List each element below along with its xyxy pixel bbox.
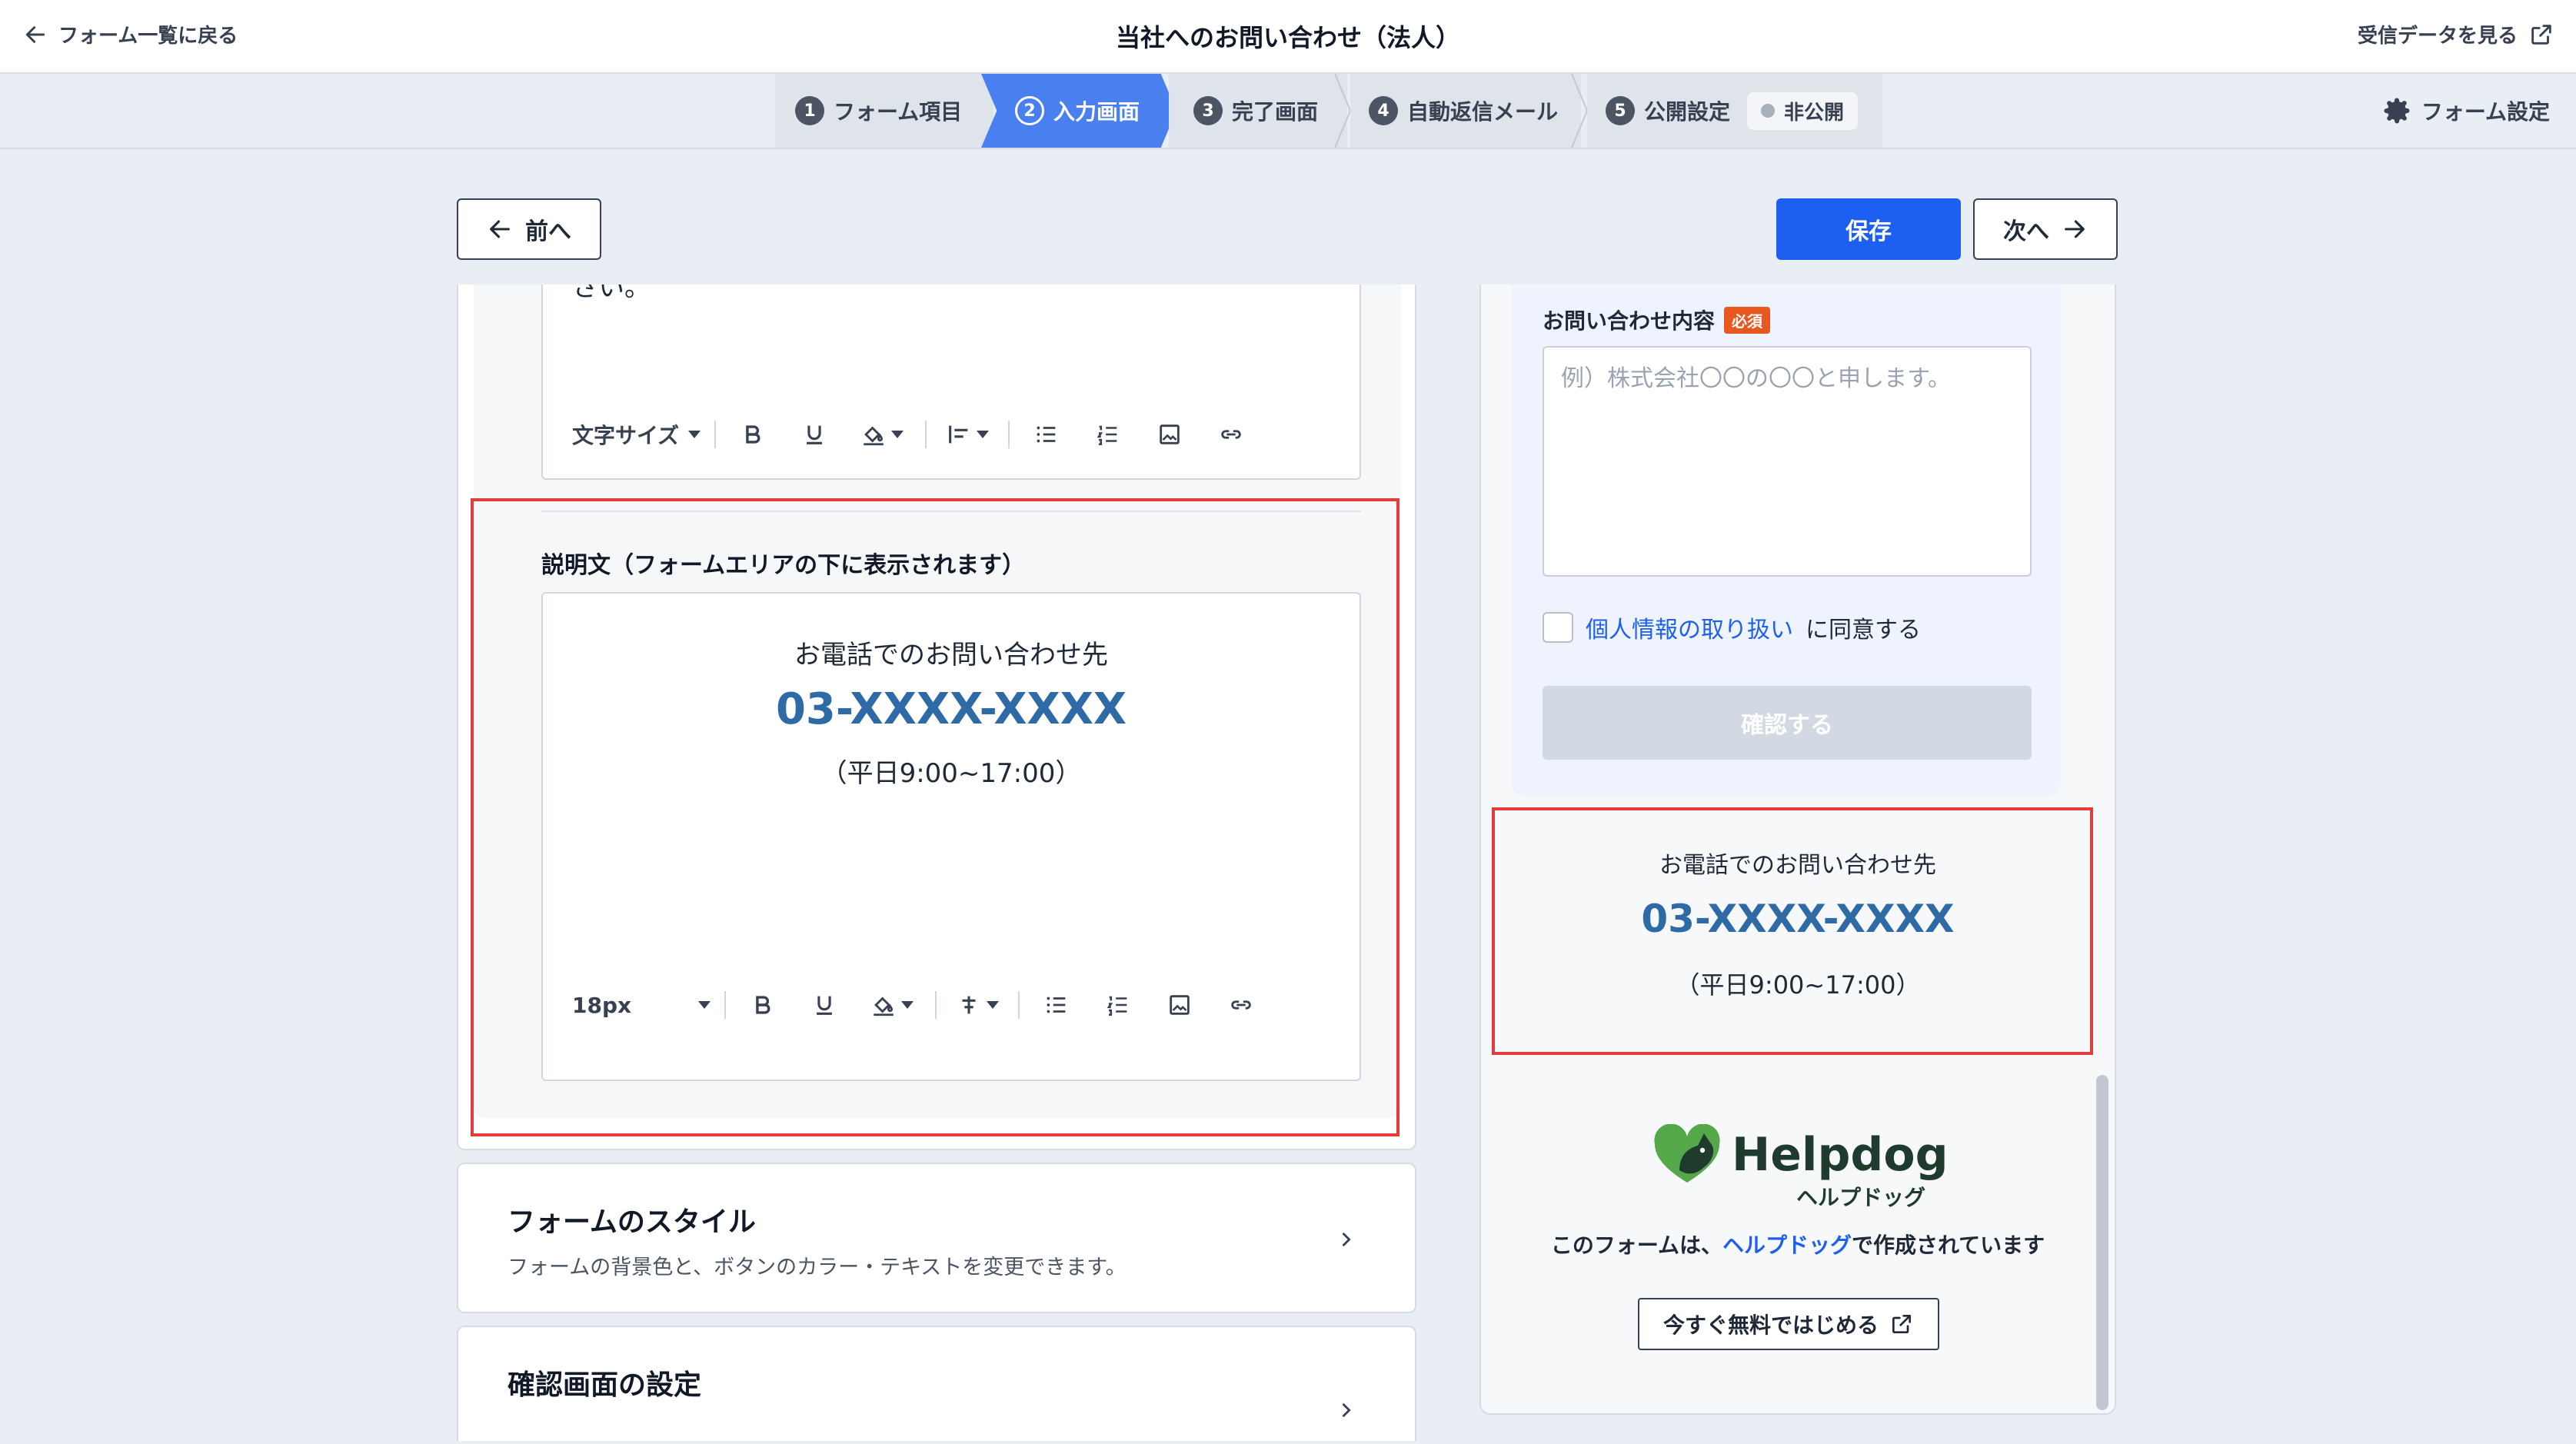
consent-text: に同意する	[1806, 617, 1921, 644]
textarea-placeholder: 例）株式会社〇〇の〇〇と申します。	[1561, 365, 1951, 392]
caret-down-icon	[977, 431, 990, 438]
image-icon	[1160, 424, 1180, 444]
save-button-label: 保存	[1845, 218, 1892, 245]
step-number: 1	[795, 96, 824, 125]
arrow-left-icon	[490, 220, 510, 238]
confirm-button[interactable]: 確認する	[1543, 686, 2032, 760]
step-input-screen[interactable]: 2 入力画面	[981, 74, 1177, 148]
privacy-consent: 個人情報の取り扱い に同意する	[1543, 611, 1921, 644]
toolbar-divider	[714, 421, 717, 448]
inquiry-field-label: お問い合わせ内容 必須	[1543, 304, 1771, 335]
start-free-button[interactable]: 今すぐ無料ではじめる	[1638, 1298, 1939, 1350]
step-number: 2	[1015, 96, 1044, 125]
editor-text: さい。	[572, 284, 651, 303]
editor-toolbar: 文字サイズ	[572, 415, 1262, 454]
bold-button[interactable]	[722, 415, 784, 454]
font-size-select[interactable]: 文字サイズ	[572, 419, 708, 450]
made-by-suffix: で作成されています	[1852, 1233, 2045, 1258]
link-icon	[1221, 430, 1241, 439]
step-label: 公開設定	[1644, 99, 1731, 125]
step-number: 4	[1369, 96, 1398, 125]
step-number: 3	[1193, 96, 1223, 125]
card-title: フォームのスタイル	[508, 1206, 756, 1238]
step-number: 5	[1606, 96, 1635, 125]
numbered-list-button[interactable]	[1077, 415, 1139, 454]
step-label: 完了画面	[1232, 99, 1319, 125]
bold-icon	[746, 425, 760, 444]
highlight-box-preview-description	[1492, 807, 2093, 1055]
status-dot-icon	[1761, 104, 1776, 118]
step-auto-reply-email[interactable]: 4 自動返信メール	[1350, 74, 1581, 148]
step-form-items[interactable]: 1 フォーム項目	[775, 74, 993, 148]
card-subtitle: フォームの背景色と、ボタンのカラー・テキストを変更できます。	[508, 1256, 1127, 1279]
align-button[interactable]	[933, 415, 1002, 454]
font-size-label: 文字サイズ	[572, 423, 680, 448]
consent-checkbox[interactable]	[1543, 612, 1573, 643]
underline-button[interactable]	[784, 415, 845, 454]
publish-status-badge: 非公開	[1747, 91, 1859, 130]
start-free-label: 今すぐ無料ではじめる	[1662, 1313, 1879, 1338]
prev-button-label: 前へ	[525, 218, 571, 245]
rich-text-editor-header[interactable]: さい。 文字サイズ	[541, 284, 1361, 480]
insert-link-button[interactable]	[1200, 415, 1262, 454]
next-button[interactable]: 次へ	[1973, 198, 2118, 260]
caret-down-icon	[891, 431, 904, 438]
highlight-box-description-editor	[471, 498, 1399, 1136]
numbered-list-icon	[1097, 425, 1117, 446]
step-label: 入力画面	[1053, 99, 1140, 125]
form-settings-label: フォーム設定	[2421, 99, 2550, 125]
toolbar-divider	[925, 421, 927, 448]
arrow-right-icon	[2065, 220, 2085, 238]
step-label: 自動返信メール	[1407, 99, 1559, 125]
confirm-screen-settings-card[interactable]: 確認画面の設定	[457, 1326, 1416, 1441]
preview-form-area: お問い合わせ内容 必須 例）株式会社〇〇の〇〇と申します。 個人情報の取り扱い …	[1512, 284, 2061, 797]
confirm-button-label: 確認する	[1741, 712, 1833, 739]
helpdog-logo: Helpdog	[1652, 1124, 1949, 1186]
gear-icon	[2384, 98, 2410, 124]
paint-bucket-icon	[864, 426, 884, 446]
preview-scrollbar[interactable]	[2096, 1075, 2108, 1410]
view-data-label: 受信データを見る	[2357, 25, 2518, 48]
view-received-data-link[interactable]: 受信データを見る	[2358, 20, 2554, 48]
helpdog-link[interactable]: ヘルプドッグ	[1722, 1233, 1852, 1258]
prev-button[interactable]: 前へ	[457, 198, 601, 260]
save-button[interactable]: 保存	[1776, 198, 1961, 260]
publish-status-label: 非公開	[1784, 101, 1845, 125]
top-bar: フォーム一覧に戻る 当社へのお問い合わせ（法人） 受信データを見る	[0, 0, 2576, 74]
step-list: 1 フォーム項目 2 入力画面 3 完了画面 4 自動返信メール 5 公開設定 …	[775, 74, 1882, 148]
made-by-text: このフォームは、ヘルプドッグで作成されています	[1481, 1229, 2115, 1259]
step-publish-settings[interactable]: 5 公開設定 非公開	[1587, 74, 1882, 148]
helpdog-heart-dog-icon	[1654, 1124, 1720, 1183]
logo-text: Helpdog	[1732, 1128, 1949, 1182]
next-button-label: 次へ	[2003, 218, 2049, 245]
card-title: 確認画面の設定	[508, 1369, 702, 1401]
highlight-color-button[interactable]	[845, 415, 919, 454]
form-settings-button[interactable]: フォーム設定	[2383, 95, 2550, 126]
chevron-right-icon	[1342, 1232, 1351, 1247]
logo-subtitle: ヘルプドッグ	[1796, 1185, 1926, 1210]
page-title: 当社へのお問い合わせ（法人）	[1115, 23, 1460, 52]
caret-down-icon	[688, 431, 701, 438]
required-badge: 必須	[1724, 306, 1771, 334]
made-by-prefix: このフォームは、	[1550, 1233, 1722, 1258]
underline-icon	[807, 425, 823, 444]
align-left-icon	[949, 425, 968, 444]
bullet-list-button[interactable]	[1016, 415, 1077, 454]
bullet-list-icon	[1037, 426, 1056, 443]
external-link-icon	[2531, 24, 2551, 45]
privacy-policy-link[interactable]: 個人情報の取り扱い	[1586, 611, 1793, 644]
step-complete-screen[interactable]: 3 完了画面	[1169, 74, 1347, 148]
form-style-card[interactable]: フォームのスタイル フォームの背景色と、ボタンのカラー・テキストを変更できます。	[457, 1163, 1416, 1313]
field-label-text: お問い合わせ内容	[1543, 308, 1716, 334]
step-bar: 1 フォーム項目 2 入力画面 3 完了画面 4 自動返信メール 5 公開設定 …	[0, 74, 2576, 149]
toolbar-divider	[1008, 421, 1010, 448]
step-label: フォーム項目	[834, 99, 963, 125]
external-link-icon	[1892, 1315, 1911, 1333]
chevron-right-icon	[1342, 1402, 1351, 1418]
inquiry-textarea[interactable]: 例）株式会社〇〇の〇〇と申します。	[1543, 346, 2032, 577]
insert-image-button[interactable]	[1139, 415, 1200, 454]
